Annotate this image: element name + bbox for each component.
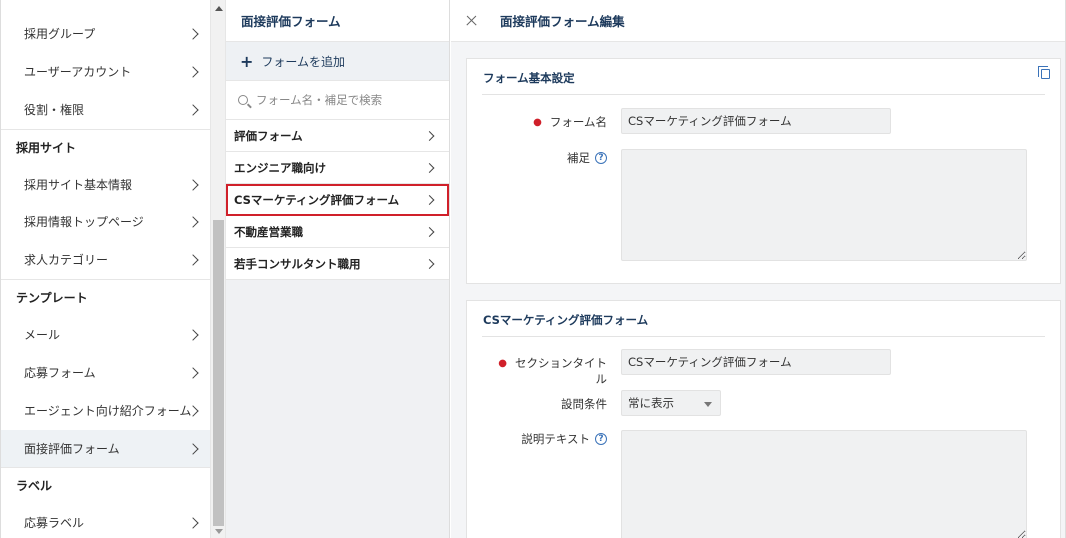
sidebar-heading-label: ラベル [1, 467, 210, 503]
form-list-title: 面接評価フォーム [226, 0, 449, 42]
chevron-right-icon [187, 65, 199, 78]
help-icon[interactable]: ? [595, 151, 607, 164]
sidebar-item-mail[interactable]: メール [1, 316, 210, 353]
form-item-label: 不動産営業職 [234, 224, 303, 239]
sidebar-item-application-form[interactable]: 応募フォーム [1, 354, 210, 391]
section-title-label: セクションタイトル [515, 356, 607, 386]
form-name-input[interactable] [621, 108, 891, 134]
chevron-right-icon [187, 253, 199, 266]
chevron-right-icon [187, 442, 199, 455]
note-label-wrap: 補足? [507, 150, 607, 166]
plus-icon: + [240, 51, 254, 71]
condition-select[interactable]: 常に表示 [621, 390, 721, 416]
sidebar-item-label: 採用サイト基本情報 [24, 178, 133, 192]
basic-settings-title: フォーム基本設定 [483, 71, 575, 85]
section-card-title: CSマーケティング評価フォーム [483, 313, 649, 327]
chevron-right-icon [187, 103, 199, 116]
condition-select-value: 常に表示 [628, 396, 674, 410]
chevron-right-icon [187, 328, 199, 341]
chevron-right-icon [187, 178, 199, 191]
section-title-input[interactable] [621, 349, 891, 375]
add-form-button[interactable]: + フォームを追加 [226, 42, 449, 80]
form-list-item-selected[interactable]: CSマーケティング評価フォーム [226, 184, 449, 216]
note-label: 補足 [567, 151, 590, 165]
chevron-right-icon [424, 258, 435, 269]
form-edit-title: 面接評価フォーム編集 [500, 14, 625, 29]
chevron-right-icon [424, 130, 435, 141]
chevron-right-icon [187, 27, 199, 40]
form-edit-header: 面接評価フォーム編集 [451, 0, 1065, 42]
required-icon: ● [533, 117, 542, 128]
chevron-right-icon [424, 162, 435, 173]
sidebar-item-agent-referral-form[interactable]: エージェント向け紹介フォーム [1, 392, 210, 429]
sidebar-item-site-basic-info[interactable]: 採用サイト基本情報 [1, 166, 210, 203]
form-list-item[interactable]: 若手コンサルタント職用 [226, 248, 449, 280]
sidebar-item-roles[interactable]: 役割・権限 [1, 91, 210, 128]
form-search-input[interactable] [256, 93, 436, 107]
copy-icon[interactable] [1038, 66, 1050, 79]
form-item-label: 若手コンサルタント職用 [234, 256, 361, 271]
form-name-label: フォーム名 [549, 115, 607, 129]
scroll-down-arrow-icon[interactable] [215, 529, 223, 534]
chevron-right-icon [424, 226, 435, 237]
sidebar-item-label: エージェント向け紹介フォーム [24, 404, 192, 418]
sidebar-item-label: ユーザーアカウント [24, 65, 132, 79]
sidebar-item-label: 応募ラベル [24, 516, 85, 530]
sidebar-heading-template: テンプレート [1, 279, 210, 315]
description-textarea[interactable] [621, 430, 1027, 538]
sidebar-item-label: 役割・権限 [24, 103, 85, 117]
divider [482, 336, 1045, 337]
sidebar-item-label: 求人カテゴリー [24, 253, 109, 267]
form-edit-panel: 面接評価フォーム編集 フォーム基本設定 ● フォーム名 補足? CSマーケティング… [451, 0, 1066, 538]
sidebar-heading-recruit-site: 採用サイト [1, 129, 210, 165]
sidebar-item-label: メール [24, 328, 61, 342]
form-list-panel: 面接評価フォーム + フォームを追加 評価フォーム エンジニア職向け CSマーケ… [226, 0, 450, 538]
note-textarea[interactable] [621, 149, 1027, 261]
sidebar-item-user-account[interactable]: ユーザーアカウント [1, 53, 210, 90]
chevron-right-icon [187, 366, 199, 379]
form-search [226, 80, 449, 120]
help-icon[interactable]: ? [595, 432, 607, 445]
caret-down-icon [704, 402, 712, 407]
form-list-item[interactable]: 不動産営業職 [226, 216, 449, 248]
form-item-label: エンジニア職向け [234, 160, 326, 175]
chevron-right-icon [187, 516, 199, 529]
sidebar-item-label: 応募フォーム [24, 366, 96, 380]
sidebar-item-recruit-group[interactable]: 採用グループ [1, 15, 210, 52]
form-name-label-wrap: ● フォーム名 [507, 114, 607, 130]
description-label: 説明テキスト [521, 432, 590, 446]
form-list-item[interactable]: エンジニア職向け [226, 152, 449, 184]
sidebar-item-interview-form[interactable]: 面接評価フォーム [1, 430, 210, 467]
description-label-wrap: 説明テキスト? [487, 431, 607, 447]
chevron-right-icon [424, 194, 435, 205]
close-icon[interactable] [451, 0, 491, 42]
condition-label: 設問条件 [561, 397, 607, 411]
form-item-label: CSマーケティング評価フォーム [234, 192, 400, 207]
scrollbar-thumb[interactable] [213, 220, 224, 526]
sidebar-item-label: 採用情報トップページ [24, 215, 144, 229]
required-icon: ● [498, 358, 507, 369]
sidebar-item-label: 面接評価フォーム [24, 442, 120, 456]
chevron-right-icon [187, 215, 199, 228]
search-icon [238, 95, 248, 105]
sidebar-scrollbar[interactable] [210, 0, 226, 538]
sidebar-item-job-category[interactable]: 求人カテゴリー [1, 241, 210, 278]
sidebar-item-label: 採用グループ [24, 27, 96, 41]
settings-sidebar: 採用グループ ユーザーアカウント 役割・権限 採用サイト 採用サイト基本情報 採… [0, 0, 210, 538]
divider [482, 94, 1045, 95]
form-item-label: 評価フォーム [234, 128, 303, 143]
scroll-up-arrow-icon[interactable] [215, 6, 223, 11]
sidebar-item-application-label[interactable]: 応募ラベル [1, 504, 210, 538]
add-form-label: フォームを追加 [261, 54, 346, 69]
form-list-item[interactable]: 評価フォーム [226, 120, 449, 152]
section-card: CSマーケティング評価フォーム ● セクションタイトル 設問条件 常に表示 説明テ… [466, 300, 1061, 538]
section-title-label-wrap: ● セクションタイトル [487, 355, 607, 387]
basic-settings-card: フォーム基本設定 ● フォーム名 補足? [466, 58, 1061, 284]
sidebar-item-top-page[interactable]: 採用情報トップページ [1, 203, 210, 240]
